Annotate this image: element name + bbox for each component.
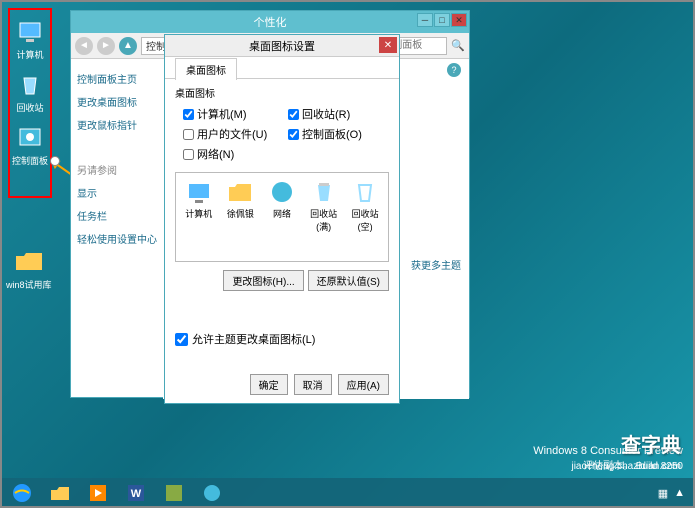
sidebar-item-desktop-icons[interactable]: 更改桌面图标 [77,94,157,109]
taskbar: W ▦ ▲ [0,478,695,508]
desktop-icon-label: 计算机 [16,48,43,61]
dialog-footer: 确定 取消 应用(A) [250,374,389,395]
sidebar-link-display[interactable]: 显示 [77,185,157,200]
annotation-circle [50,156,60,166]
sidebar: 控制面板主页 更改桌面图标 更改鼠标指针 另请参阅 显示 任务栏 轻松使用设置中… [71,59,163,399]
recycle-icon [15,69,45,99]
apply-button[interactable]: 应用(A) [338,374,389,395]
sidebar-link-taskbar[interactable]: 任务栏 [77,208,157,223]
tray-icon[interactable]: ▲ [674,487,685,499]
checkbox-label: 允许主题更改桌面图标(L) [192,331,315,347]
chazidian-logo: 查字典 [621,429,681,458]
nav-back-button[interactable]: ◄ [75,37,93,55]
nav-up-button[interactable]: ▲ [119,37,137,55]
window-controls: ─ □ ✕ [417,13,467,27]
preview-user[interactable]: 徐佩银 [224,179,258,220]
computer-icon [186,179,212,205]
checkbox-computer[interactable]: 计算机(M) [183,106,284,122]
window-title: 个性化 [254,14,287,30]
desktop-icon-label: 回收站 [16,101,43,114]
network-icon [269,179,295,205]
recycle-full-icon [311,179,337,205]
checkbox-input[interactable] [175,333,188,346]
checkbox-label: 计算机(M) [197,106,247,122]
computer-icon [15,16,45,46]
taskbar-ie[interactable] [4,480,40,506]
desktop-icon-recycle[interactable]: 回收站 [15,69,45,114]
nav-forward-button[interactable]: ► [97,37,115,55]
sidebar-section: 另请参阅 [77,162,157,177]
close-button[interactable]: ✕ [379,37,397,53]
svg-text:W: W [131,488,142,500]
checkbox-input[interactable] [288,109,299,120]
preview-label: 徐佩银 [227,207,254,220]
dialog-titlebar[interactable]: 桌面图标设置 ✕ [165,35,399,57]
checkbox-label: 网络(N) [197,146,234,162]
group-label: 桌面图标 [175,85,389,100]
minimize-button[interactable]: ─ [417,13,433,27]
checkbox-input[interactable] [183,149,194,160]
checkbox-recycle[interactable]: 回收站(R) [288,106,389,122]
preview-network[interactable]: 网络 [265,179,299,220]
preview-label: 回收站(满) [307,207,341,233]
checkbox-label: 回收站(R) [302,106,350,122]
tab-strip: 桌面图标 [165,57,399,79]
more-themes-link[interactable]: 获更多主题 [411,257,461,272]
preview-label: 网络 [273,207,291,220]
checkbox-userfiles[interactable]: 用户的文件(U) [183,126,284,142]
taskbar-media[interactable] [80,480,116,506]
chazidian-url: jiaocheng.chazidian.com [571,461,681,472]
tab-desktop-icons[interactable]: 桌面图标 [175,58,237,80]
desktop-icon-settings-dialog: 桌面图标设置 ✕ 桌面图标 桌面图标 计算机(M) 回收站(R) 用户的文件(U… [164,34,400,404]
dialog-body: 桌面图标 计算机(M) 回收站(R) 用户的文件(U) 控制面板(O) 网络(N… [165,79,399,353]
dialog-title: 桌面图标设置 [249,38,315,54]
maximize-button[interactable]: □ [434,13,450,27]
change-icon-button[interactable]: 更改图标(H)... [223,270,303,291]
preview-label: 计算机 [185,207,212,220]
icon-buttons: 更改图标(H)... 还原默认值(S) [175,270,389,291]
taskbar-explorer[interactable] [42,480,78,506]
preview-label: 回收站(空) [348,207,382,233]
desktop-icon-label: win8试用库 [6,278,52,291]
ime-icon[interactable]: ▦ [658,487,668,500]
help-icon[interactable]: ? [447,63,461,77]
checkbox-grid: 计算机(M) 回收站(R) 用户的文件(U) 控制面板(O) 网络(N) [175,106,389,162]
icon-preview-box: 计算机 徐佩银 网络 回收站(满) 回收站(空) [175,172,389,262]
taskbar-app1[interactable] [156,480,192,506]
ok-button[interactable]: 确定 [250,374,288,395]
window-titlebar[interactable]: 个性化 ─ □ ✕ [71,11,469,33]
preview-recycle-full[interactable]: 回收站(满) [307,179,341,233]
checkbox-network[interactable]: 网络(N) [183,146,284,162]
desktop-icon-label: 控制面板 [12,154,48,167]
sidebar-link-ease[interactable]: 轻松使用设置中心 [77,231,157,246]
folder-icon [227,179,253,205]
cancel-button[interactable]: 取消 [294,374,332,395]
taskbar-word[interactable]: W [118,480,154,506]
checkbox-input[interactable] [183,129,194,140]
desktop-icon-computer[interactable]: 计算机 [15,16,45,61]
allow-themes-checkbox[interactable]: 允许主题更改桌面图标(L) [175,331,389,347]
desktop-icon-control[interactable]: 控制面板 [12,122,48,167]
preview-recycle-empty[interactable]: 回收站(空) [348,179,382,233]
preview-computer[interactable]: 计算机 [182,179,216,220]
sidebar-item-cursor[interactable]: 更改鼠标指针 [77,117,157,132]
sidebar-home[interactable]: 控制面板主页 [77,71,157,86]
checkbox-label: 用户的文件(U) [197,126,267,142]
restore-defaults-button[interactable]: 还原默认值(S) [308,270,389,291]
taskbar-tray[interactable]: ▦ ▲ [658,487,691,500]
close-button[interactable]: ✕ [451,13,467,27]
folder-icon [14,246,44,276]
desktop-icons-highlight: 计算机 回收站 控制面板 [8,8,52,198]
checkbox-input[interactable] [288,129,299,140]
recycle-empty-icon [352,179,378,205]
checkbox-input[interactable] [183,109,194,120]
desktop-icon-win8lib[interactable]: win8试用库 [6,246,52,291]
search-icon[interactable]: 🔍 [451,39,465,52]
taskbar-app2[interactable] [194,480,230,506]
checkbox-control[interactable]: 控制面板(O) [288,126,389,142]
control-panel-icon [15,122,45,152]
checkbox-label: 控制面板(O) [302,126,362,142]
